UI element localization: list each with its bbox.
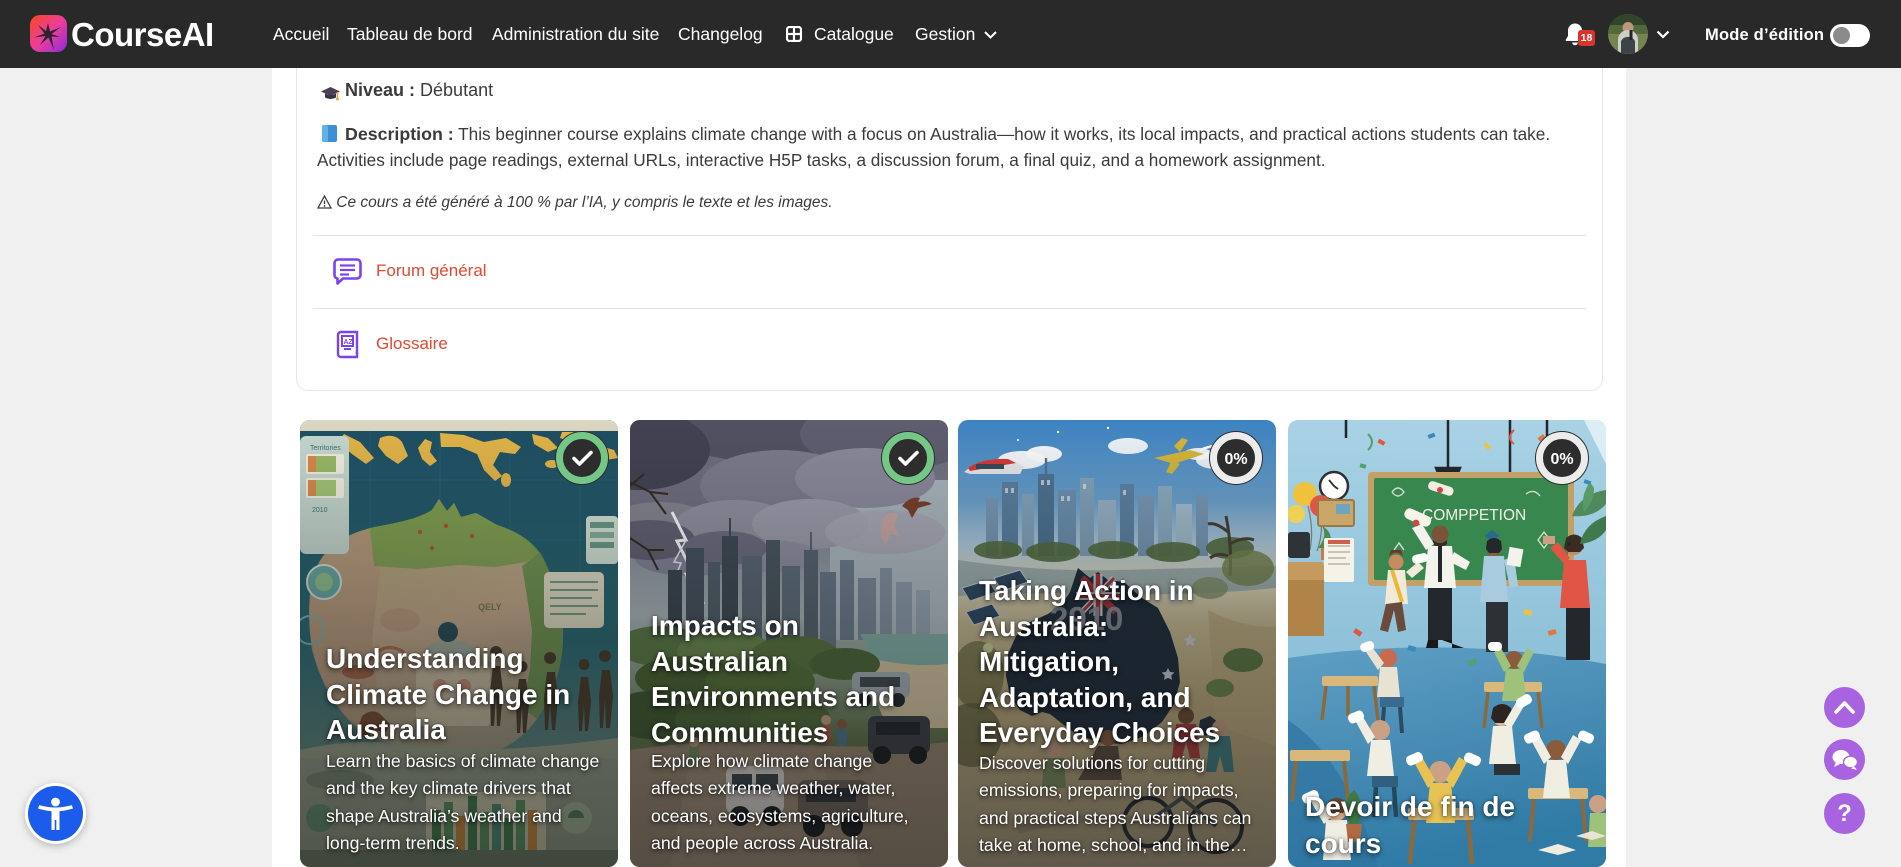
svg-text:COMPPETION: COMPPETION xyxy=(1422,507,1526,524)
svg-text:AZ: AZ xyxy=(344,339,354,346)
svg-text:0%: 0% xyxy=(1550,451,1573,468)
svg-text:0%: 0% xyxy=(1224,451,1247,468)
